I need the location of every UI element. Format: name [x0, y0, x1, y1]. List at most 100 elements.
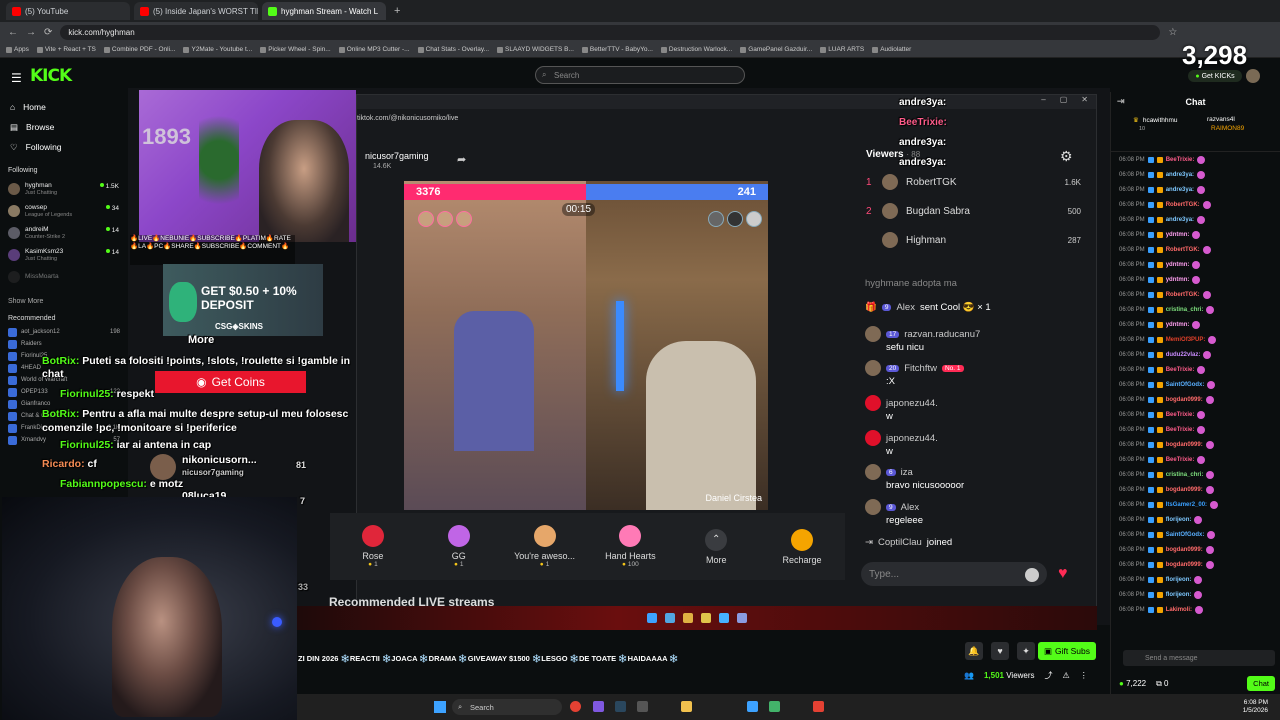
chat-username[interactable]: cristina_chri:	[1166, 307, 1204, 313]
nav-browse[interactable]: ▤ Browse	[0, 117, 128, 137]
bookmark[interactable]: Online MP3 Cutter -...	[338, 46, 410, 53]
app-icon[interactable]	[747, 701, 758, 712]
chat-username[interactable]: MemiOf3PUP:	[1166, 337, 1206, 343]
heart-icon[interactable]: ♥	[991, 642, 1009, 660]
bookmark[interactable]: Audiolatter	[872, 46, 911, 53]
chat-username[interactable]: RobertTGK:	[1166, 247, 1200, 253]
chrome-icon[interactable]	[570, 701, 581, 712]
tiktok-username[interactable]: nicusor7gaming	[365, 151, 429, 161]
bookmark[interactable]: Apps	[6, 46, 29, 53]
gift-subs-button[interactable]: ▣ Gift Subs	[1038, 642, 1096, 660]
chat-send-button[interactable]: Chat	[1247, 676, 1275, 691]
bookmark[interactable]: Y2Mate - Youtube t...	[183, 46, 252, 53]
chat-username[interactable]: SaintOfGodx:	[1166, 382, 1205, 388]
maximize-icon[interactable]: ▢	[1060, 95, 1068, 109]
kick-logo[interactable]: KICK	[30, 66, 72, 86]
chat-username[interactable]: andre3ya:	[1166, 217, 1194, 223]
recommended-channel[interactable]: Raiders	[0, 338, 128, 350]
url-input[interactable]: kick.com/hyghman	[60, 24, 1161, 40]
chat-username[interactable]: bogdan0999:	[1166, 487, 1203, 493]
steam-icon[interactable]	[615, 701, 626, 712]
forward-icon[interactable]: →	[26, 27, 36, 38]
app-icon[interactable]	[813, 701, 824, 712]
windows-start-icon[interactable]	[434, 701, 446, 713]
following-channel[interactable]: hyghman Just Chatting 1.5K	[0, 178, 128, 200]
nav-following[interactable]: ♡ Following	[0, 137, 128, 157]
chat-username[interactable]: BeeTrixie:	[1166, 457, 1195, 463]
bookmark[interactable]: Vite + React + TS	[36, 46, 96, 53]
top-viewer-row[interactable]: 2 Bugdan Sabra 500	[866, 203, 1081, 219]
chat-username[interactable]: SaintOfGodx:	[1166, 532, 1205, 538]
bookmark[interactable]: Destruction Warlock...	[660, 46, 732, 53]
bookmark[interactable]: Chat Stats - Overlay...	[417, 46, 489, 53]
following-channel[interactable]: cowsep League of Legends 34	[0, 200, 128, 222]
app-icon[interactable]	[637, 701, 648, 712]
chat-username[interactable]: Lakimoli:	[1166, 607, 1192, 613]
chat-username[interactable]: bogdan0999:	[1166, 397, 1203, 403]
bookmark[interactable]: GamePanel Gazduir...	[740, 46, 812, 53]
chat-username[interactable]: andre3ya:	[1166, 172, 1194, 178]
folder-icon[interactable]	[681, 701, 692, 712]
bookmark[interactable]: Combine PDF - Onli...	[103, 46, 175, 53]
chat-username[interactable]: BeeTrixie:	[1166, 412, 1195, 418]
bookmark[interactable]: LUAR ARTS	[820, 46, 864, 53]
browser-tab[interactable]: (5) Inside Japan's WORST TINY	[134, 2, 258, 20]
back-icon[interactable]: ←	[8, 27, 18, 38]
chat-username[interactable]: ydntmn:	[1166, 277, 1190, 283]
heart-icon[interactable]: ♥	[1058, 565, 1068, 583]
chat-username[interactable]: ydntmn:	[1166, 322, 1190, 328]
collapse-icon[interactable]: ⇥	[1117, 96, 1125, 107]
reload-icon[interactable]: ⟳	[44, 27, 52, 38]
search-input[interactable]: ⌕ Search	[535, 66, 745, 84]
gift-hand-hearts[interactable]: Hand Hearts100	[591, 525, 669, 568]
more-icon[interactable]: ✦	[1017, 642, 1035, 660]
chat-username[interactable]: BeeTrixie:	[1166, 427, 1195, 433]
gift-more-button[interactable]: ⌃ More	[677, 528, 755, 565]
chat-username[interactable]: ItsGamer2_00:	[1166, 502, 1207, 508]
top-viewer-row[interactable]: 1 RobertTGK 1.6K	[866, 174, 1081, 190]
close-icon[interactable]: ✕	[1081, 95, 1088, 109]
chat-username[interactable]: BeeTrixie:	[1166, 157, 1195, 163]
gear-icon[interactable]: ⚙	[1060, 148, 1073, 165]
chat-username[interactable]: florijeon:	[1166, 517, 1192, 523]
chat-username[interactable]: florijeon:	[1166, 577, 1192, 583]
chat-input[interactable]: Send a message	[1123, 650, 1275, 666]
recharge-button[interactable]: Recharge	[763, 528, 841, 565]
tiktok-battle-video[interactable]: 3376 241 00:15 Daniel Cirstea	[404, 181, 768, 510]
new-tab-icon[interactable]: +	[394, 5, 400, 17]
following-channel[interactable]: andreiM Counter-Strike 2 14	[0, 222, 128, 244]
notification-bell-icon[interactable]: 🔔	[965, 642, 983, 660]
chat-username[interactable]: cristina_chri:	[1166, 472, 1204, 478]
bookmark[interactable]: Picker Wheel - Spin...	[260, 46, 331, 53]
chat-username[interactable]: RobertTGK:	[1166, 292, 1200, 298]
chat-username[interactable]: bogdan0999:	[1166, 442, 1203, 448]
app-icon[interactable]	[593, 701, 604, 712]
gift-youre-awesome[interactable]: You're aweso...1	[506, 525, 584, 568]
star-icon[interactable]: ☆	[1168, 27, 1177, 38]
chat-username[interactable]: ydntmn:	[1166, 232, 1190, 238]
minimize-icon[interactable]: –	[1041, 95, 1045, 109]
bookmark[interactable]: BetterTTV - BabyYo...	[581, 46, 653, 53]
taskbar-search[interactable]: ⌕ Search	[452, 699, 562, 715]
following-channel[interactable]: KasimKsm23 Just Chatting 14	[0, 244, 128, 266]
more-options-icon[interactable]: ⋮	[1080, 671, 1088, 680]
recommended-channel[interactable]: aot_jackson12 198	[0, 326, 128, 338]
chat-username[interactable]: andre3ya:	[1166, 187, 1194, 193]
chat-username[interactable]: florijeon:	[1166, 592, 1192, 598]
chat-username[interactable]: RobertTGK:	[1166, 202, 1200, 208]
gift-gg[interactable]: GG1	[420, 525, 498, 568]
bookmark[interactable]: SLAAYD WIDGETS B...	[497, 46, 574, 53]
menu-icon[interactable]: ☰	[11, 71, 22, 85]
browser-tab[interactable]: (5) YouTube	[6, 2, 130, 20]
get-kicks-button[interactable]: ● Get KICKs	[1188, 70, 1242, 82]
report-icon[interactable]: ⚠	[1063, 671, 1070, 680]
app-icon[interactable]	[769, 701, 780, 712]
chat-username[interactable]: ydntmn:	[1166, 262, 1190, 268]
browser-tab-active[interactable]: hyghman Stream - Watch L	[262, 2, 386, 20]
chat-username[interactable]: bogdan0999:	[1166, 547, 1203, 553]
emoji-icon[interactable]	[1025, 568, 1039, 582]
following-channel-offline[interactable]: MissMoarta	[0, 266, 128, 288]
chat-username[interactable]: dudu22vlaz:	[1166, 352, 1201, 358]
share-icon[interactable]: ⤴	[1045, 670, 1053, 681]
share-icon[interactable]: ➦	[457, 153, 466, 166]
